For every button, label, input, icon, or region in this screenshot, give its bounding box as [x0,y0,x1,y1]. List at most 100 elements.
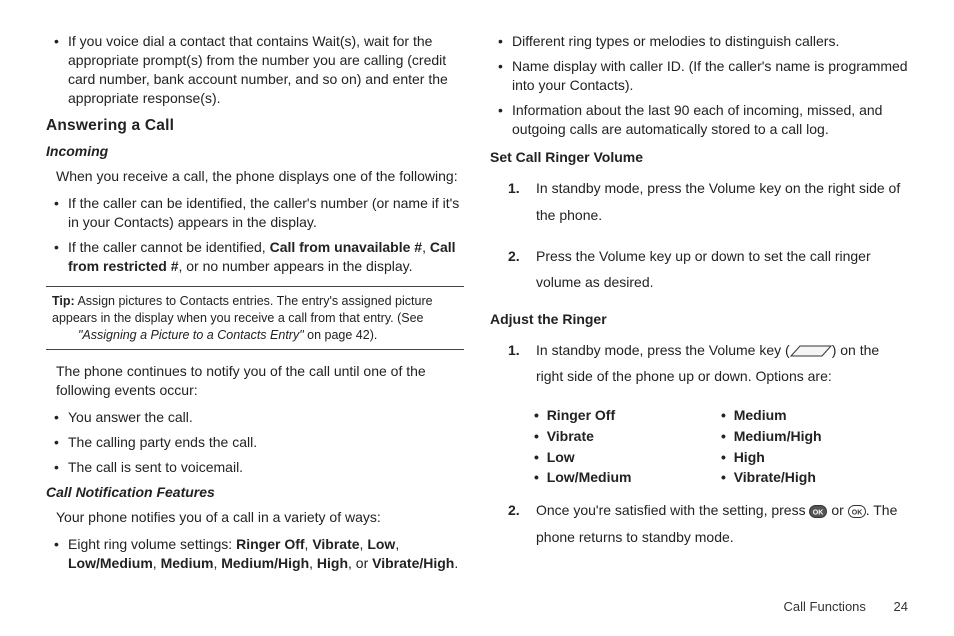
bullet-text: You answer the call. [68,408,464,427]
list-item: • The call is sent to voicemail. [46,458,464,477]
numbered-item: 1. In standby mode, press the Volume key… [508,337,908,390]
bullet-text: The calling party ends the call. [68,433,464,452]
step-text: In standby mode, press the Volume key on… [536,175,908,228]
text-span: . [454,555,458,571]
ringer-option: • High [721,448,908,467]
bullet-text: If the caller cannot be identified, Call… [68,238,464,276]
bold-span: High [317,555,348,571]
heading-answering-a-call: Answering a Call [46,116,464,137]
bullet-icon: • [54,535,68,573]
ringer-option: • Ringer Off [534,406,721,425]
svg-text:OK: OK [813,510,824,517]
bullet-icon: • [498,32,512,51]
ringer-option: • Vibrate/High [721,468,908,487]
text-span: or [827,502,847,518]
option-label: Ringer Off [547,407,615,423]
footer-section: Call Functions [784,599,866,614]
bullet-text: Different ring types or melodies to dist… [512,32,908,51]
tip-reference-title: "Assigning a Picture to a Contacts Entry… [78,328,304,342]
ringer-option: • Medium [721,406,908,425]
option-label: Medium [734,407,787,423]
heading-set-call-ringer-volume: Set Call Ringer Volume [490,148,908,167]
option-label: Low [547,449,575,465]
numbered-item: 1. In standby mode, press the Volume key… [508,175,908,228]
text-span: If the caller cannot be identified, [68,239,270,255]
text-span: , or [348,555,372,571]
option-label: Vibrate/High [734,469,816,485]
tip-box: Tip: Assign pictures to Contacts entries… [46,286,464,351]
tip-label: Tip: [52,294,75,308]
tip-body: Assign pictures to Contacts entries. The… [52,294,433,325]
step-number: 1. [508,175,536,228]
text-span: , or no number appears in the display. [178,258,412,274]
paragraph: The phone continues to notify you of the… [56,362,464,400]
bullet-text: Eight ring volume settings: Ringer Off , … [68,535,464,573]
step-text: Press the Volume key up or down to set t… [536,243,908,296]
option-label: High [734,449,765,465]
ringer-column-right: • Medium • Medium/High • High • Vibrate/… [721,404,908,490]
bold-span: Medium/High [221,555,309,571]
list-item: • If you voice dial a contact that conta… [46,32,464,108]
option-label: Vibrate [547,428,594,444]
text-span: , [309,555,317,571]
bullet-icon: • [54,238,68,276]
bold-span: Low/Medium [68,555,153,571]
bullet-icon: • [54,194,68,232]
list-item: • Different ring types or melodies to di… [490,32,908,51]
right-column: • Different ring types or melodies to di… [490,30,908,616]
text-span: In standby mode, press the Volume key ( [536,342,790,358]
bullet-text: Name display with caller ID. (If the cal… [512,57,908,95]
list-item: • Name display with caller ID. (If the c… [490,57,908,95]
bold-span: Ringer Off [236,536,304,552]
bullet-icon: • [54,408,68,427]
text-span: , [422,239,430,255]
step-number: 2. [508,497,536,550]
text-span: , [153,555,161,571]
text-span: , [395,536,399,552]
step-number: 1. [508,337,536,390]
text-span: Once you're satisfied with the setting, … [536,502,809,518]
bold-span: Vibrate/High [372,555,454,571]
ringer-options-grid: • Ringer Off • Vibrate • Low • Low/Mediu… [534,404,908,490]
step-number: 2. [508,243,536,296]
bullet-icon: • [498,57,512,95]
heading-adjust-the-ringer: Adjust the Ringer [490,310,908,329]
list-item: • You answer the call. [46,408,464,427]
list-item: • The calling party ends the call. [46,433,464,452]
numbered-item: 2. Once you're satisfied with the settin… [508,497,908,550]
heading-incoming: Incoming [46,142,464,161]
bullet-text: Information about the last 90 each of in… [512,101,908,139]
ok-key-icon: OK [809,505,827,518]
bold-span: Vibrate [312,536,359,552]
paragraph: When you receive a call, the phone displ… [56,167,464,186]
bullet-text: If the caller can be identified, the cal… [68,194,464,232]
bullet-icon: • [54,433,68,452]
list-item: • Eight ring volume settings: Ringer Off… [46,535,464,573]
bold-span: Medium [161,555,214,571]
ringer-option: • Low [534,448,721,467]
step-text: In standby mode, press the Volume key ()… [536,337,908,390]
option-label: Low/Medium [547,469,632,485]
list-item: • If the caller can be identified, the c… [46,194,464,232]
ringer-option: • Vibrate [534,427,721,446]
tip-reference: "Assigning a Picture to a Contacts Entry… [52,327,458,344]
ok-key-outline-icon: OK [848,505,866,518]
svg-text:OK: OK [851,510,862,517]
footer-page-number: 24 [894,599,908,614]
volume-key-icon [790,344,832,358]
bullet-icon: • [54,458,68,477]
list-item: • If the caller cannot be identified, Ca… [46,238,464,276]
step-text: Once you're satisfied with the setting, … [536,497,908,550]
text-span: Eight ring volume settings: [68,536,236,552]
bold-span: Low [367,536,395,552]
bold-span: Call from unavailable # [270,239,423,255]
tip-reference-tail: on page 42). [304,328,378,342]
list-item: • Information about the last 90 each of … [490,101,908,139]
heading-call-notification: Call Notification Features [46,483,464,502]
bullet-text: The call is sent to voicemail. [68,458,464,477]
bullet-text: If you voice dial a contact that contain… [68,32,464,108]
page: • If you voice dial a contact that conta… [0,0,954,636]
bullet-icon: • [54,32,68,108]
ringer-column-left: • Ringer Off • Vibrate • Low • Low/Mediu… [534,404,721,490]
ringer-option: • Medium/High [721,427,908,446]
